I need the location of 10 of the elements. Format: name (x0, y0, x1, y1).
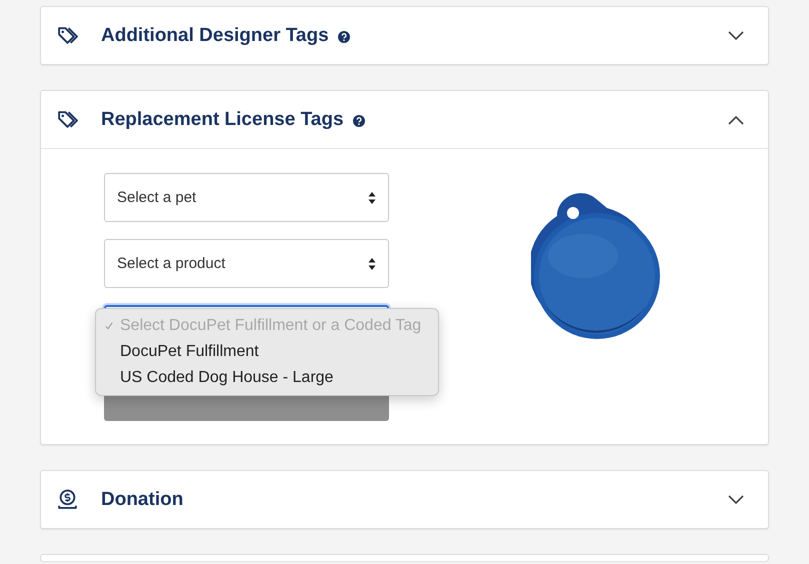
section-header[interactable]: Replacement License Tags (41, 91, 768, 148)
section-title: Additional Designer Tags (101, 24, 329, 46)
section-title: Replacement License Tags (101, 108, 344, 130)
section-header[interactable]: Additional Designer Tags (41, 7, 768, 64)
section-title: Donation (101, 488, 184, 510)
select-field[interactable]: Select a pet (104, 173, 389, 222)
section-header[interactable]: Donation (41, 471, 768, 528)
select-field[interactable]: Select a product (104, 239, 389, 288)
dropdown-option[interactable]: US Coded Dog House - Large (96, 365, 438, 391)
dropdown-option[interactable]: DocuPet Fulfillment (96, 339, 438, 365)
